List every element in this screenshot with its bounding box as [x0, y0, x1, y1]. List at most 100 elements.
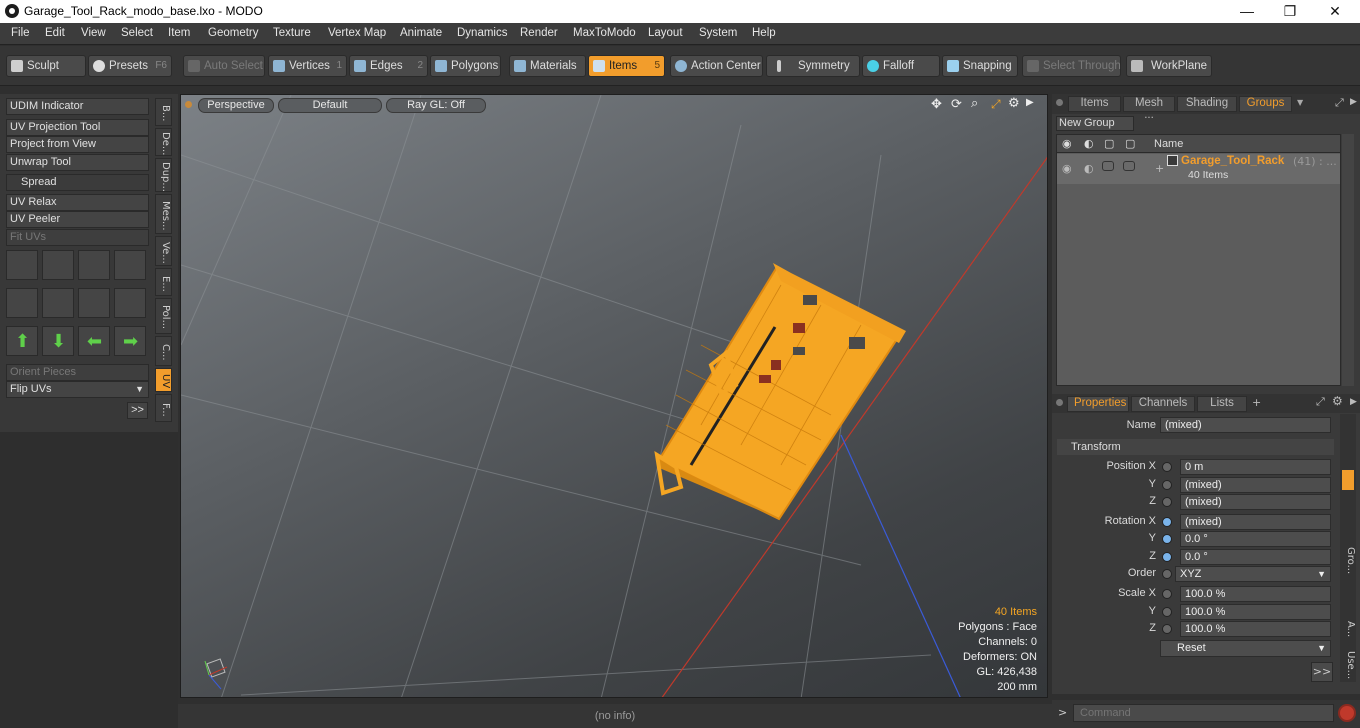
snapping-button[interactable]: Snapping [942, 55, 1018, 77]
project-from-view-button[interactable]: Project from View [6, 136, 149, 153]
vtab-polygon[interactable]: Pol... [155, 298, 172, 334]
position-x-field[interactable]: 0 m [1180, 459, 1331, 475]
uv-box-tool-icon[interactable] [114, 250, 146, 280]
viewport-expand-icon[interactable]: ▶ [1026, 97, 1034, 108]
row-visibility-icon[interactable]: ◉ [1062, 162, 1072, 175]
scale-y-radio[interactable] [1162, 607, 1172, 617]
presets-button[interactable]: Presets F6 [88, 55, 172, 77]
command-input[interactable] [1073, 704, 1334, 722]
scale-x-field[interactable]: 100.0 % [1180, 586, 1331, 602]
new-group-button[interactable]: New Group [1056, 116, 1134, 131]
menu-layout[interactable]: Layout [648, 27, 683, 39]
tab-properties[interactable]: Properties [1067, 396, 1129, 412]
vtab-duplicate[interactable]: Dup... [155, 158, 172, 192]
properties-gear-icon[interactable]: ⚙ [1332, 394, 1343, 408]
rotation-z-field[interactable]: 0.0 ° [1180, 549, 1331, 565]
vtab-curve[interactable]: C... [155, 336, 172, 366]
uv-sphere-tool-icon[interactable] [114, 288, 146, 318]
vtab-mesh[interactable]: Mes... [155, 194, 172, 234]
menu-texture[interactable]: Texture [273, 27, 311, 39]
menu-help[interactable]: Help [752, 27, 776, 39]
perspective-dropdown[interactable]: Perspective [198, 98, 274, 113]
menu-item[interactable]: Item [168, 27, 190, 39]
tab-channels[interactable]: Channels [1131, 396, 1195, 412]
position-y-radio[interactable] [1162, 480, 1172, 490]
scale-y-field[interactable]: 100.0 % [1180, 604, 1331, 620]
menu-system[interactable]: System [699, 27, 737, 39]
panel-expand-icon[interactable]: ⤢ [1335, 96, 1344, 110]
udim-indicator-button[interactable]: UDIM Indicator [6, 98, 149, 115]
tab-shading[interactable]: Shading [1177, 96, 1237, 112]
more-tools-button[interactable]: >> [127, 402, 148, 419]
properties-menu-dot-icon[interactable] [1056, 399, 1063, 406]
reset-dropdown[interactable]: Reset ▼ [1160, 640, 1331, 657]
maximize-button[interactable]: ❐ [1275, 2, 1305, 20]
scale-z-radio[interactable] [1162, 624, 1172, 634]
scale-x-radio[interactable] [1162, 589, 1172, 599]
vtab-deform[interactable]: De... [155, 128, 172, 156]
3d-viewport[interactable]: Perspective Default Ray GL: Off ✥ ⟳ ⌕ ⤢ … [180, 94, 1048, 698]
menu-file[interactable]: File [11, 27, 30, 39]
tab-items[interactable]: Items [1068, 96, 1121, 112]
materials-button[interactable]: Materials [509, 55, 586, 77]
rotation-y-radio[interactable] [1162, 534, 1172, 544]
uv-peeler-button[interactable]: UV Peeler [6, 211, 149, 228]
row-lock-icon[interactable]: ◐ [1084, 162, 1094, 175]
row-select-checkbox[interactable] [1123, 161, 1135, 171]
position-y-field[interactable]: (mixed) [1180, 477, 1331, 493]
orient-pieces-button[interactable]: Orient Pieces [6, 364, 149, 381]
rotate-view-icon[interactable]: ⟳ [951, 97, 962, 112]
expand-plus-icon[interactable]: + [1155, 162, 1164, 175]
menu-geometry[interactable]: Geometry [208, 27, 259, 39]
uv-projection-tool-button[interactable]: UV Projection Tool [6, 119, 149, 136]
arrow-left-icon[interactable]: ⬅ [78, 326, 110, 356]
side-tab-groups[interactable]: Gro... [1340, 536, 1356, 582]
menu-select[interactable]: Select [121, 27, 153, 39]
auto-select-button[interactable]: Auto Select [183, 55, 265, 77]
uv-perspective-tool-icon[interactable] [78, 288, 110, 318]
uv-grid-tool-icon[interactable] [42, 288, 74, 318]
tab-mesh[interactable]: Mesh ... [1123, 96, 1175, 121]
order-radio[interactable] [1162, 569, 1172, 579]
action-center-button[interactable]: Action Center [670, 55, 763, 77]
menu-maxtomodo[interactable]: MaxToModo [573, 27, 636, 39]
arrow-up-icon[interactable]: ⬆ [6, 326, 38, 356]
uv-relax-button[interactable]: UV Relax [6, 194, 149, 211]
viewport-menu-dot-icon[interactable] [185, 101, 192, 108]
rotation-x-field[interactable]: (mixed) [1180, 514, 1331, 530]
uv-move-tool-icon[interactable] [78, 250, 110, 280]
rotation-z-radio[interactable] [1162, 552, 1172, 562]
arrow-right-icon[interactable]: ➡ [114, 326, 146, 356]
panel-arrow-icon[interactable]: ▶ [1350, 97, 1357, 107]
edges-button[interactable]: Edges 2 [349, 55, 428, 77]
row-render-checkbox[interactable] [1102, 161, 1114, 171]
vtab-vertex[interactable]: Ve... [155, 236, 172, 266]
properties-more-button[interactable]: >> [1311, 662, 1333, 682]
name-field[interactable]: (mixed) [1160, 417, 1331, 433]
vtab-uv[interactable]: UV [155, 368, 172, 392]
menu-edit[interactable]: Edit [45, 27, 65, 39]
spread-section[interactable]: Spread [6, 174, 149, 191]
arrow-down-icon[interactable]: ⬇ [42, 326, 74, 356]
group-row[interactable]: ◉ ◐ + Garage_Tool_Rack (41) : ... 40 Ite… [1057, 154, 1340, 184]
position-z-radio[interactable] [1162, 497, 1172, 507]
properties-expand-icon[interactable]: ⤢ [1316, 395, 1325, 409]
vtab-edge[interactable]: E... [155, 268, 172, 296]
menu-view[interactable]: View [81, 27, 106, 39]
rotation-x-radio[interactable] [1162, 517, 1172, 527]
vertices-button[interactable]: Vertices 1 [268, 55, 347, 77]
side-tab-assembly[interactable]: A... [1340, 616, 1356, 640]
tab-lists[interactable]: Lists [1197, 396, 1247, 412]
transform-section[interactable]: Transform [1057, 439, 1334, 455]
side-tab-user[interactable]: Use... [1340, 646, 1356, 682]
vtab-fusion[interactable]: F... [155, 394, 172, 422]
falloff-button[interactable]: Falloff [862, 55, 940, 77]
add-tab-icon[interactable]: + [1252, 396, 1261, 409]
tabs-chevron-icon[interactable]: ▼ [1297, 98, 1303, 107]
vtab-basic[interactable]: B... [155, 98, 172, 126]
shading-default-dropdown[interactable]: Default [278, 98, 382, 113]
panel-menu-dot-icon[interactable] [1056, 99, 1063, 106]
items-button[interactable]: Items 5 [588, 55, 665, 77]
close-button[interactable]: ✕ [1320, 2, 1350, 20]
uv-rotate-tool-icon[interactable] [42, 250, 74, 280]
